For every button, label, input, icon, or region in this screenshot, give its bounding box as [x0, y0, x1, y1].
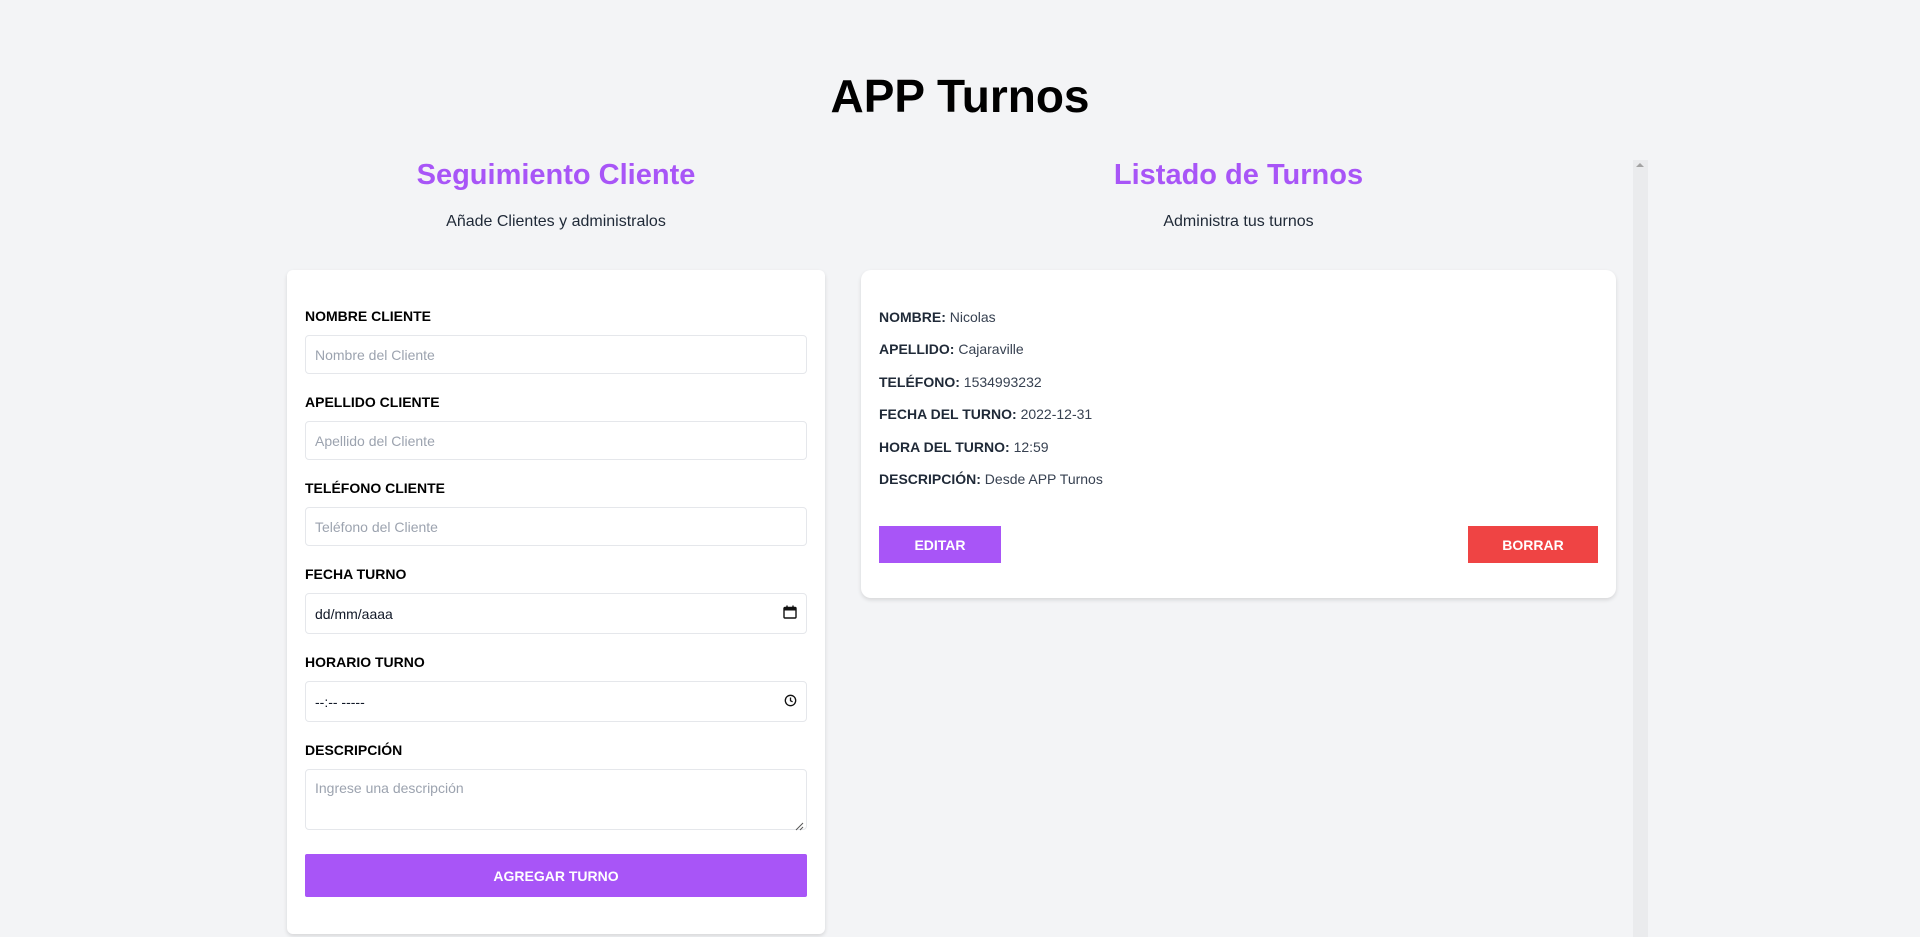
turno-nombre-value: Nicolas [949, 309, 996, 325]
form-section-title: Seguimiento Cliente [416, 159, 696, 191]
horario-label: HORARIO TURNO [305, 654, 425, 670]
turno-hora-row: HORA DEL TURNO: 12:59 [879, 438, 1049, 456]
horario-input[interactable]: --:-- ----- [305, 681, 807, 722]
nombre-label: NOMBRE CLIENTE [305, 308, 431, 324]
delete-button[interactable]: BORRAR [1468, 526, 1598, 563]
descripcion-textarea[interactable]: Ingrese una descripción [305, 769, 807, 831]
list-scrollbar[interactable] [1633, 160, 1648, 937]
fecha-input[interactable]: dd/mm/aaaa [305, 593, 807, 634]
agregar-turno-button[interactable]: AGREGAR TURNO [305, 854, 807, 897]
turno-form: NOMBRE CLIENTE Nombre del Cliente APELLI… [287, 270, 825, 934]
calendar-icon[interactable] [783, 605, 797, 622]
apellido-label: APELLIDO CLIENTE [305, 394, 440, 410]
turno-descripcion-key: DESCRIPCIÓN: [879, 471, 981, 487]
turno-hora-key: HORA DEL TURNO: [879, 439, 1010, 455]
resize-handle-icon[interactable] [795, 818, 804, 831]
nombre-input[interactable]: Nombre del Cliente [305, 335, 807, 374]
nombre-field: NOMBRE CLIENTE Nombre del Cliente [305, 307, 807, 374]
turno-telefono-key: TELÉFONO: [879, 374, 960, 390]
fecha-field: FECHA TURNO dd/mm/aaaa [305, 565, 807, 634]
turno-apellido-value: Cajaraville [958, 341, 1024, 357]
turno-nombre-key: NOMBRE: [879, 309, 946, 325]
form-section: Seguimiento Cliente Añade Clientes y adm… [287, 152, 825, 934]
turno-descripcion-value: Desde APP Turnos [984, 471, 1103, 487]
turno-fecha-row: FECHA DEL TURNO: 2022-12-31 [879, 405, 1092, 423]
turno-apellido-key: APELLIDO: [879, 341, 955, 357]
fecha-label: FECHA TURNO [305, 566, 407, 582]
horario-value: --:-- ----- [315, 693, 365, 710]
descripcion-placeholder: Ingrese una descripción [315, 780, 464, 796]
list-section: Listado de Turnos Administra tus turnos … [861, 152, 1616, 598]
descripcion-field: DESCRIPCIÓN Ingrese una descripción [305, 741, 807, 831]
horario-field: HORARIO TURNO --:-- ----- [305, 653, 807, 722]
form-section-subtitle: Añade Clientes y administralos [446, 213, 666, 230]
turno-descripcion-row: DESCRIPCIÓN: Desde APP Turnos [879, 470, 1103, 488]
edit-button[interactable]: EDITAR [879, 526, 1001, 563]
turno-fecha-value: 2022-12-31 [1020, 406, 1093, 422]
scroll-up-arrow-icon[interactable] [1636, 163, 1644, 167]
descripcion-label: DESCRIPCIÓN [305, 742, 403, 758]
telefono-input[interactable]: Teléfono del Cliente [305, 507, 807, 546]
list-section-subtitle: Administra tus turnos [1163, 213, 1314, 230]
turno-hora-value: 12:59 [1013, 439, 1049, 455]
fecha-value: dd/mm/aaaa [315, 605, 393, 622]
turno-fecha-key: FECHA DEL TURNO: [879, 406, 1017, 422]
turno-nombre-row: NOMBRE: Nicolas [879, 308, 996, 326]
list-section-title: Listado de Turnos [1113, 159, 1364, 191]
apellido-input[interactable]: Apellido del Cliente [305, 421, 807, 460]
turno-card: NOMBRE: Nicolas APELLIDO: Cajaraville TE… [861, 270, 1616, 598]
clock-icon[interactable] [784, 694, 797, 710]
telefono-field: TELÉFONO CLIENTE Teléfono del Cliente [305, 479, 807, 546]
turno-telefono-value: 1534993232 [963, 374, 1042, 390]
telefono-label: TELÉFONO CLIENTE [305, 480, 445, 496]
turno-telefono-row: TELÉFONO: 1534993232 [879, 373, 1042, 391]
apellido-field: APELLIDO CLIENTE Apellido del Cliente [305, 393, 807, 460]
turno-apellido-row: APELLIDO: Cajaraville [879, 340, 1024, 358]
app-title: APP Turnos [830, 70, 1090, 122]
